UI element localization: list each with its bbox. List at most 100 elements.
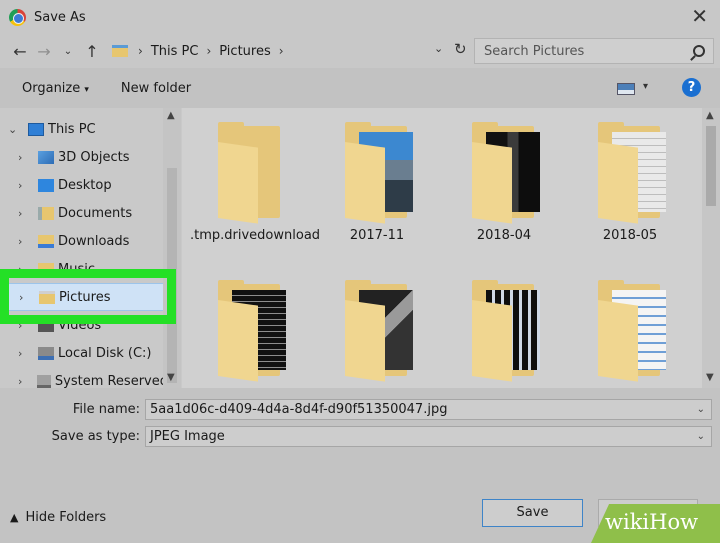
- folder-item[interactable]: 2017-11: [317, 122, 437, 276]
- organize-button[interactable]: Organize ▾: [22, 81, 89, 96]
- file-list-scrollbar[interactable]: ▲ ▼: [702, 108, 720, 388]
- chevron-right-icon[interactable]: ›: [18, 179, 30, 192]
- drive-icon: [36, 374, 51, 388]
- folder-icon: [472, 122, 540, 224]
- documents-icon: [38, 206, 54, 220]
- recent-locations-chevron-icon[interactable]: ⌄: [56, 46, 80, 57]
- search-icon[interactable]: [693, 45, 705, 57]
- chrome-icon: [9, 8, 26, 26]
- tree-item-label: This PC: [48, 121, 96, 137]
- view-dropdown-icon[interactable]: ▾: [643, 81, 648, 92]
- help-icon[interactable]: ?: [682, 78, 701, 97]
- new-folder-button[interactable]: New folder: [121, 81, 191, 96]
- folder-icon: [598, 280, 666, 382]
- folder-icon: [345, 280, 413, 382]
- refresh-icon[interactable]: ↻: [454, 40, 467, 58]
- scroll-up-icon[interactable]: ▲: [706, 110, 714, 121]
- organize-label: Organize: [22, 80, 81, 96]
- breadcrumb-pictures[interactable]: Pictures: [219, 44, 270, 59]
- tree-item-downloads[interactable]: › Downloads: [0, 227, 168, 255]
- chevron-down-icon[interactable]: ⌄: [8, 123, 20, 136]
- highlight-box: [0, 269, 176, 324]
- folder-icon: [472, 280, 540, 382]
- file-name-field[interactable]: 5aa1d06c-d409-4d4a-8d4f-d90f51350047.jpg…: [145, 399, 712, 420]
- chevron-right-icon[interactable]: ›: [18, 151, 30, 164]
- chevron-right-icon[interactable]: ›: [18, 375, 29, 388]
- save-button[interactable]: Save: [482, 499, 583, 527]
- close-icon[interactable]: ✕: [691, 6, 708, 26]
- tree-item-label: Downloads: [58, 233, 130, 249]
- navigation-scrollbar[interactable]: ▲ ▼: [163, 108, 181, 388]
- tree-item-label: Documents: [58, 205, 133, 221]
- view-options-icon[interactable]: [617, 83, 635, 95]
- downloads-icon: [38, 234, 54, 248]
- chevron-down-icon: ▾: [84, 84, 89, 95]
- chevron-up-icon: ▲: [10, 511, 19, 524]
- search-placeholder: Search Pictures: [484, 43, 585, 59]
- scroll-down-icon[interactable]: ▼: [167, 372, 175, 383]
- folder-item[interactable]: [190, 280, 310, 388]
- chevron-right-icon[interactable]: ›: [18, 235, 30, 248]
- navigation-pane: ⌄ This PC › 3D Objects › Desktop › Docum…: [0, 108, 168, 388]
- folder-label: 2018-05: [602, 228, 658, 243]
- folder-icon: [598, 122, 666, 224]
- pictures-folder-icon: [112, 45, 128, 57]
- save-type-select[interactable]: JPEG Image ⌄: [145, 426, 712, 447]
- scrollbar-thumb[interactable]: [706, 126, 716, 206]
- wikihow-watermark: wikiHow: [591, 504, 720, 543]
- scroll-up-icon[interactable]: ▲: [167, 110, 175, 121]
- command-toolbar: Organize ▾ New folder ▾ ?: [0, 68, 720, 108]
- search-input[interactable]: Search Pictures: [474, 38, 714, 64]
- file-name-value: 5aa1d06c-d409-4d4a-8d4f-d90f51350047.jpg: [150, 402, 448, 417]
- desktop-icon: [38, 178, 54, 192]
- tree-item-label: System Reserved: [54, 373, 168, 389]
- window-title: Save As: [34, 9, 86, 25]
- folder-item[interactable]: [570, 280, 690, 388]
- address-bar[interactable]: › This PC › Pictures ›: [112, 38, 472, 64]
- save-type-value: JPEG Image: [150, 429, 225, 444]
- folder-item[interactable]: [317, 280, 437, 388]
- breadcrumb-separator-icon[interactable]: ›: [138, 44, 143, 58]
- scroll-down-icon[interactable]: ▼: [706, 372, 714, 383]
- folder-icon: [345, 122, 413, 224]
- watermark-text: wikiHow: [605, 510, 699, 534]
- title-bar: Save As ✕: [0, 0, 720, 34]
- tree-item-local-disk[interactable]: › Local Disk (C:): [0, 339, 168, 367]
- breadcrumb-separator-icon[interactable]: ›: [279, 44, 284, 58]
- folder-icon: [218, 280, 286, 382]
- tree-item-label: Desktop: [58, 177, 112, 193]
- tree-item-label: Local Disk (C:): [58, 345, 152, 361]
- tree-item-system-reserved[interactable]: › System Reserved: [0, 367, 168, 389]
- folder-item[interactable]: 2018-04: [444, 122, 564, 276]
- folder-item[interactable]: .tmp.drivedownload: [190, 122, 321, 276]
- save-type-label: Save as type:: [51, 429, 140, 444]
- folder-label: 2017-11: [349, 228, 405, 243]
- folder-item[interactable]: [444, 280, 564, 388]
- computer-icon: [28, 122, 44, 136]
- cube-icon: [38, 150, 54, 164]
- file-name-label: File name:: [72, 402, 140, 417]
- breadcrumb-separator-icon[interactable]: ›: [206, 44, 211, 58]
- chevron-right-icon[interactable]: ›: [18, 347, 30, 360]
- tree-item-label: 3D Objects: [58, 149, 130, 165]
- tree-item-documents[interactable]: › Documents: [0, 199, 168, 227]
- up-arrow-icon[interactable]: ↑: [80, 42, 104, 61]
- back-arrow-icon[interactable]: ←: [8, 42, 32, 61]
- folder-label: 2018-04: [476, 228, 532, 243]
- file-list: .tmp.drivedownload 2017-11 2018-04 2018-…: [182, 108, 702, 388]
- tree-item-3d-objects[interactable]: › 3D Objects: [0, 143, 168, 171]
- address-dropdown-icon[interactable]: ⌄: [434, 42, 443, 55]
- folder-icon: [218, 122, 286, 224]
- hide-folders-button[interactable]: ▲ Hide Folders: [10, 510, 106, 525]
- tree-item-desktop[interactable]: › Desktop: [0, 171, 168, 199]
- chevron-down-icon[interactable]: ⌄: [697, 427, 705, 446]
- forward-arrow-icon[interactable]: →: [32, 42, 56, 61]
- breadcrumb-this-pc[interactable]: This PC: [151, 44, 199, 59]
- chevron-right-icon[interactable]: ›: [18, 207, 30, 220]
- tree-item-this-pc[interactable]: ⌄ This PC: [0, 115, 168, 143]
- hide-folders-label: Hide Folders: [25, 510, 107, 525]
- folder-label: .tmp.drivedownload: [190, 228, 321, 243]
- folder-item[interactable]: 2018-05: [570, 122, 690, 276]
- chevron-down-icon[interactable]: ⌄: [697, 400, 705, 419]
- disk-icon: [38, 346, 54, 360]
